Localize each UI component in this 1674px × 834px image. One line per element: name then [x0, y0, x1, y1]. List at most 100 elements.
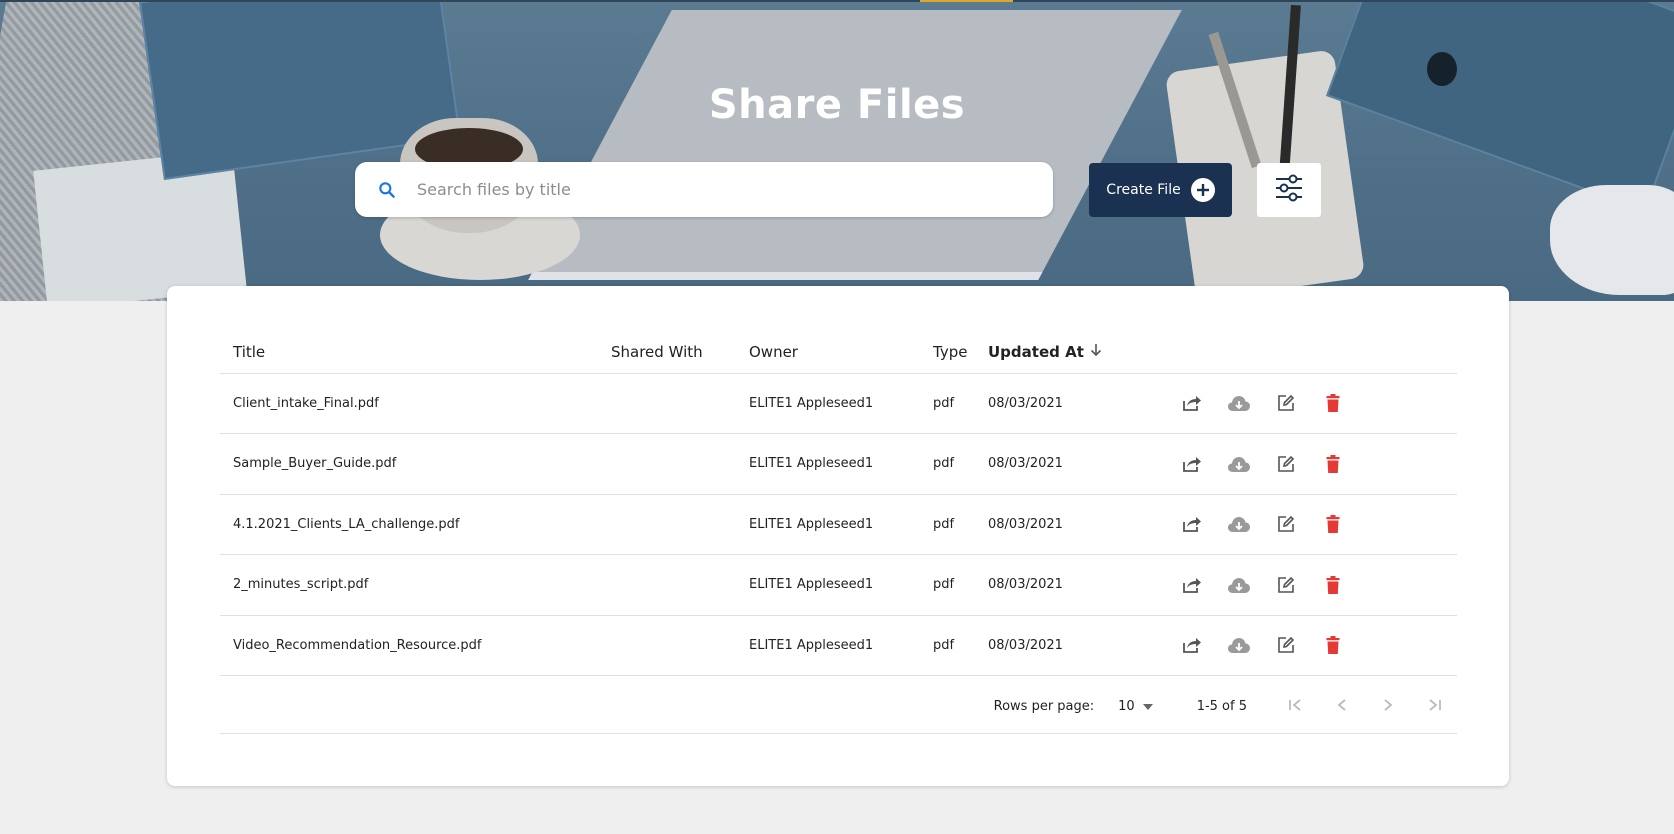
file-type: pdf — [933, 373, 988, 434]
cloud-download-icon — [1215, 576, 1262, 594]
cloud-download-icon — [1215, 515, 1262, 533]
delete-button[interactable] — [1309, 515, 1356, 534]
share-icon — [1168, 576, 1215, 594]
file-shared-with — [611, 373, 749, 434]
delete-icon — [1309, 394, 1356, 413]
top-border — [0, 0, 1674, 2]
edit-button[interactable] — [1262, 455, 1309, 473]
download-button[interactable] — [1215, 636, 1262, 654]
row-actions — [1168, 373, 1457, 434]
share-icon — [1168, 636, 1215, 654]
file-type: pdf — [933, 494, 988, 555]
arrow-down-icon — [1090, 343, 1102, 361]
file-type: pdf — [933, 554, 988, 616]
previous-page-button[interactable] — [1319, 698, 1365, 716]
file-updated-at: 08/03/2021 — [988, 554, 1168, 616]
edit-button[interactable] — [1262, 576, 1309, 594]
file-owner: ELITE1 Appleseed1 — [749, 373, 933, 434]
first-page-button[interactable] — [1273, 698, 1319, 716]
caret-down-icon — [1142, 699, 1153, 714]
delete-icon — [1309, 515, 1356, 534]
file-owner: ELITE1 Appleseed1 — [749, 615, 933, 676]
files-table: Title Shared With Owner Type Updated At … — [220, 331, 1457, 676]
file-type: pdf — [933, 433, 988, 495]
row-actions — [1168, 494, 1457, 555]
delete-button[interactable] — [1309, 575, 1356, 594]
file-shared-with — [611, 494, 749, 555]
delete-icon — [1309, 636, 1356, 655]
table-row[interactable]: Client_intake_Final.pdf ELITE1 Appleseed1… — [220, 373, 1457, 434]
chevron-right-icon — [1382, 698, 1394, 716]
edit-button[interactable] — [1262, 636, 1309, 654]
file-owner: ELITE1 Appleseed1 — [749, 494, 933, 555]
sliders-icon — [1274, 174, 1304, 207]
next-page-button[interactable] — [1365, 698, 1411, 716]
file-updated-at: 08/03/2021 — [988, 373, 1168, 434]
share-icon — [1168, 455, 1215, 473]
edit-icon — [1262, 515, 1309, 533]
last-page-button[interactable] — [1411, 698, 1457, 716]
download-button[interactable] — [1215, 515, 1262, 533]
page-title: Share Files — [708, 82, 966, 128]
table-row[interactable]: Sample_Buyer_Guide.pdf ELITE1 Appleseed1 p… — [220, 433, 1457, 495]
column-header-shared-with[interactable]: Shared With — [611, 331, 749, 374]
search-box[interactable] — [355, 162, 1053, 217]
share-button[interactable] — [1168, 576, 1215, 594]
edit-button[interactable] — [1262, 515, 1309, 533]
file-owner: ELITE1 Appleseed1 — [749, 554, 933, 616]
create-file-label: Create File — [1106, 182, 1181, 198]
edit-icon — [1262, 455, 1309, 473]
search-input[interactable] — [417, 180, 1017, 199]
share-button[interactable] — [1168, 515, 1215, 533]
column-header-title[interactable]: Title — [220, 331, 611, 374]
rows-per-page-label: Rows per page: — [993, 699, 1095, 714]
share-button[interactable] — [1168, 636, 1215, 654]
delete-icon — [1309, 575, 1356, 594]
delete-icon — [1309, 454, 1356, 473]
column-header-owner[interactable]: Owner — [749, 331, 933, 374]
background-crumpled-paper — [1550, 185, 1674, 295]
column-header-updated-at[interactable]: Updated At — [988, 331, 1168, 374]
file-title: Video_Recommendation_Resource.pdf — [220, 615, 611, 676]
file-title: Sample_Buyer_Guide.pdf — [220, 433, 611, 495]
table-header-row: Title Shared With Owner Type Updated At — [220, 331, 1457, 374]
chevron-left-icon — [1336, 698, 1348, 716]
download-button[interactable] — [1215, 576, 1262, 594]
download-button[interactable] — [1215, 394, 1262, 412]
delete-button[interactable] — [1309, 394, 1356, 413]
background-notebook — [528, 10, 1182, 280]
edit-button[interactable] — [1262, 394, 1309, 412]
delete-button[interactable] — [1309, 454, 1356, 473]
share-icon — [1168, 394, 1215, 412]
file-owner: ELITE1 Appleseed1 — [749, 433, 933, 495]
edit-icon — [1262, 394, 1309, 412]
last-page-icon — [1426, 698, 1442, 716]
active-tab-indicator — [920, 0, 1013, 2]
delete-button[interactable] — [1309, 636, 1356, 655]
cloud-download-icon — [1215, 636, 1262, 654]
table-row[interactable]: 4.1.2021_Clients_LA_challenge.pdf ELITE1 … — [220, 494, 1457, 555]
cloud-download-icon — [1215, 455, 1262, 473]
download-button[interactable] — [1215, 455, 1262, 473]
file-shared-with — [611, 433, 749, 495]
file-updated-at: 08/03/2021 — [988, 433, 1168, 495]
file-shared-with — [611, 615, 749, 676]
file-shared-with — [611, 554, 749, 616]
create-file-button[interactable]: Create File — [1089, 163, 1232, 217]
row-actions — [1168, 615, 1457, 676]
share-button[interactable] — [1168, 394, 1215, 412]
cloud-download-icon — [1215, 394, 1262, 412]
rows-per-page-select[interactable]: 10 — [1118, 699, 1153, 714]
table-row[interactable]: 2_minutes_script.pdf ELITE1 Appleseed1 pdf… — [220, 554, 1457, 616]
filter-button[interactable] — [1257, 163, 1321, 217]
share-button[interactable] — [1168, 455, 1215, 473]
file-title: Client_intake_Final.pdf — [220, 373, 611, 434]
pagination: Rows per page: 10 1-5 of 5 — [220, 680, 1457, 734]
row-actions — [1168, 554, 1457, 616]
table-row[interactable]: Video_Recommendation_Resource.pdf ELITE1 … — [220, 615, 1457, 676]
file-title: 4.1.2021_Clients_LA_challenge.pdf — [220, 494, 611, 555]
file-updated-at: 08/03/2021 — [988, 494, 1168, 555]
column-header-type[interactable]: Type — [933, 331, 988, 374]
pagination-range: 1-5 of 5 — [1196, 699, 1247, 714]
edit-icon — [1262, 576, 1309, 594]
